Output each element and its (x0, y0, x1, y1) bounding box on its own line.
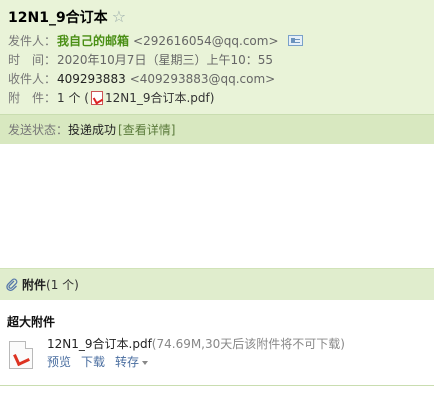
recipient-label: 收件人： (8, 72, 57, 86)
sender-address: <292616054@qq.com> (133, 33, 279, 48)
recipient-name[interactable]: 409293883 (57, 72, 126, 86)
file-name[interactable]: 12N1_9合订本.pdf (47, 337, 152, 351)
large-attachment-heading: 超大附件 (7, 315, 56, 329)
star-icon[interactable]: ☆ (112, 9, 126, 25)
save-to-link[interactable]: 转存 (115, 355, 149, 369)
title-row: 12N1_9合订本 ☆ (8, 6, 426, 28)
sender-name[interactable]: 我自己的邮箱 (57, 32, 129, 49)
attachment-list: 超大附件 12N1_9合订本.pdf(74.69M,30天后该附件将不可下载) … (0, 300, 434, 401)
attachment-file-link[interactable]: 12N1_9合订本.pdf (105, 89, 210, 106)
divider (0, 385, 434, 386)
recipient-address: <409293883@qq.com> (129, 71, 276, 86)
time-value: 2020年10月7日（星期三）上午10：55 (57, 53, 273, 67)
file-name-row: 12N1_9合订本.pdf(74.69M,30天后该附件将不可下载) (47, 335, 345, 352)
time-row: 时 间： 2020年10月7日（星期三）上午10：55 (8, 50, 426, 69)
attachments-bar: 附件 (1 个) (0, 268, 434, 300)
attachment-count: 1 个 ( (57, 91, 89, 105)
file-note: (74.69M,30天后该附件将不可下载) (151, 337, 345, 351)
view-details-link[interactable]: [查看详情] (118, 121, 175, 138)
contact-card-icon[interactable] (287, 35, 303, 46)
attachments-title: 附件 (22, 278, 47, 292)
attachments-count: (1 个) (46, 278, 79, 292)
recipient-row: 收件人： 409293883 <409293883@qq.com> (8, 69, 426, 88)
save-to-label: 转存 (115, 355, 140, 369)
email-subject: 12N1_9合订本 (8, 10, 108, 26)
delivery-status-bar: 发送状态： 投递成功 [查看详情] (0, 114, 434, 144)
attachment-label: 附 件： (8, 91, 57, 105)
download-link[interactable]: 下载 (81, 355, 105, 369)
status-label: 发送状态： (8, 123, 69, 137)
caret-down-icon (142, 360, 149, 365)
status-value: 投递成功 (68, 123, 117, 137)
pdf-icon (90, 90, 103, 105)
email-header: 12N1_9合订本 ☆ 发件人： 我自己的邮箱 <292616054@qq.co… (0, 0, 434, 114)
paperclip-icon (6, 278, 18, 291)
time-label: 时 间： (8, 53, 57, 67)
sender-row: 发件人： 我自己的邮箱 <292616054@qq.com> (8, 31, 426, 50)
sender-label: 发件人： (8, 34, 57, 48)
preview-link[interactable]: 预览 (47, 355, 71, 369)
file-actions: 预览 下载 转存 (47, 353, 158, 370)
attachment-row: 附 件： 1 个 ( 12N1_9合订本.pdf ) (8, 88, 426, 107)
attachment-close: ) (209, 90, 215, 105)
email-body (0, 144, 434, 268)
file-pdf-icon[interactable] (9, 341, 33, 369)
